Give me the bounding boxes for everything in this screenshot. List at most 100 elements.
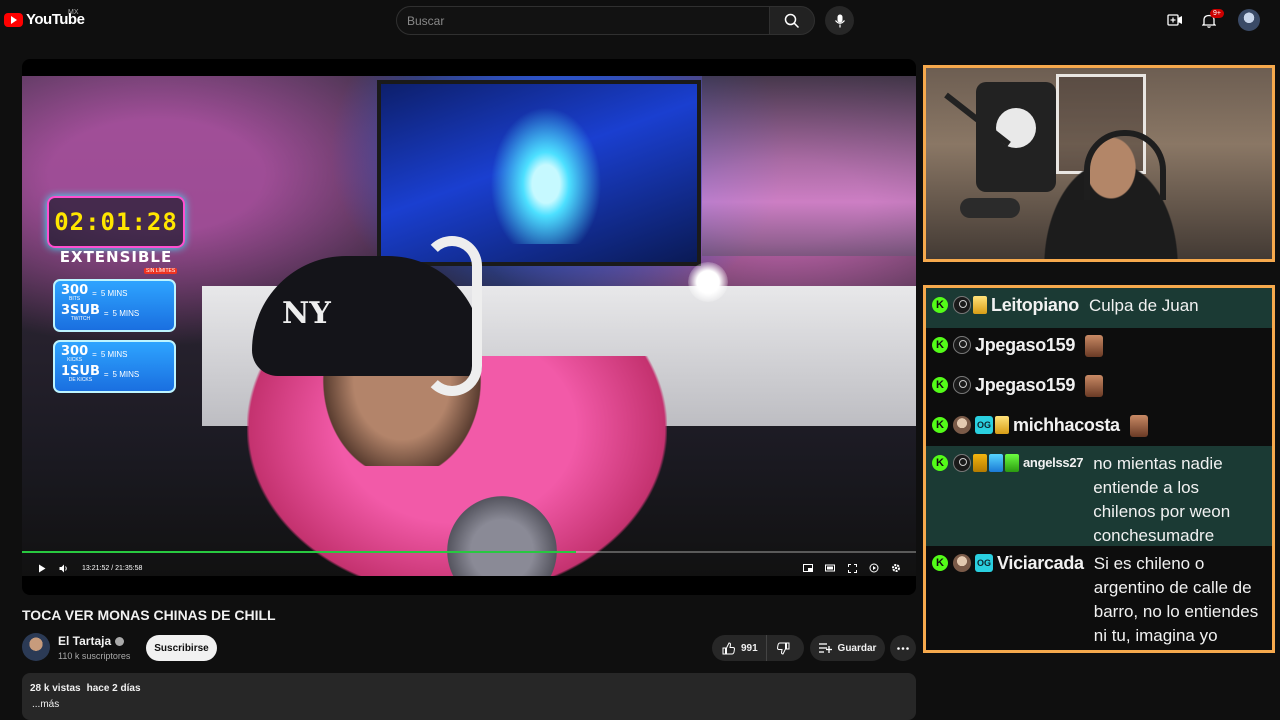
kick-icon: K: [932, 337, 948, 353]
webcam-frame: [923, 65, 1275, 262]
chat-text: Si es chileno o argentino de calle de ba…: [1093, 554, 1259, 645]
user-icon: [953, 296, 971, 314]
chat-message: K angelss27 no mientas nadie entiende a …: [926, 446, 1272, 546]
promo-value: 5 MINS: [100, 289, 128, 298]
progress-bar-fill: [22, 551, 577, 553]
player-controls: 13:21:52 / 21:35:58: [22, 557, 916, 579]
playlist-add-icon: [818, 643, 832, 653]
microphone-icon: [834, 14, 845, 27]
progress-bar[interactable]: [22, 551, 916, 553]
channel-avatar[interactable]: [22, 633, 50, 661]
save-button[interactable]: Guardar: [810, 635, 885, 661]
kick-icon: K: [932, 297, 948, 313]
time-display: 13:21:52 / 21:35:58: [82, 565, 142, 572]
fullscreen-button[interactable]: [846, 562, 858, 574]
og-badge-icon: OG: [975, 416, 993, 434]
scene-shelf: [702, 76, 916, 256]
autoplay-button[interactable]: [868, 562, 880, 574]
promo-unit: BITS: [69, 296, 81, 302]
thumbs-down-icon: [777, 642, 790, 655]
chat-username: Jpegaso159: [975, 375, 1076, 395]
sub-badge-icon: [989, 454, 1003, 472]
play-icon: [39, 564, 46, 572]
kick-icon: K: [932, 417, 948, 433]
theater-mode-button[interactable]: [824, 562, 836, 574]
crown-badge-icon: [973, 454, 987, 472]
chat-text: Culpa de Juan: [1089, 296, 1199, 315]
video-frame[interactable]: NY 02:01:28 EXTENSIBLE SIN LÍMITES 300 BI…: [22, 76, 916, 576]
save-label: Guardar: [837, 642, 877, 654]
chat-message: K OG michhacosta: [926, 408, 1272, 446]
create-video-icon: [1167, 14, 1182, 26]
chat-message: K OG Viciarcada Si es chileno o argentin…: [926, 546, 1272, 650]
notification-count-badge: 9+: [1210, 9, 1224, 18]
like-dislike-group: 991: [712, 635, 804, 661]
cap-logo: NY: [282, 296, 331, 331]
voice-search-button[interactable]: [825, 6, 854, 35]
play-button[interactable]: [36, 562, 48, 574]
thumbs-up-icon: [722, 641, 735, 654]
description-stats: 28 k vistas hace 2 días: [30, 683, 908, 694]
og-badge-icon: OG: [975, 554, 993, 572]
stream-timer: 02:01:28: [47, 196, 185, 248]
promo-value: 5 MINS: [112, 370, 140, 379]
verified-icon: [115, 636, 125, 646]
channel-name[interactable]: El Tartaja: [58, 634, 111, 648]
promo-box-twitch: 300 BITS = 5 MINS 3SUB TWITCH = 5 MINS: [53, 279, 176, 332]
country-code: MX: [68, 9, 79, 16]
gear-icon: [892, 564, 900, 572]
kick-icon: K: [932, 555, 948, 571]
user-avatar: [953, 554, 971, 572]
extensible-label: EXTENSIBLE: [59, 248, 173, 266]
miniplayer-button[interactable]: [802, 562, 814, 574]
scene-tv: [377, 80, 701, 266]
promo-row: 300 BITS = 5 MINS: [61, 283, 128, 302]
top-bar: YouTube MX 9+: [0, 0, 1280, 40]
volume-button[interactable]: [58, 562, 70, 574]
description-more-link[interactable]: ...más: [32, 699, 908, 710]
kick-icon: K: [932, 455, 948, 471]
search-input[interactable]: [397, 7, 769, 34]
like-button[interactable]: 991: [712, 635, 767, 661]
chat-text: no mientas nadie entiende a los chilenos…: [1093, 454, 1231, 545]
chat-username: angelss27: [1023, 455, 1084, 470]
video-player[interactable]: NY 02:01:28 EXTENSIBLE SIN LÍMITES 300 BI…: [22, 59, 916, 595]
emote-icon: [1085, 375, 1104, 397]
current-time: 13:21:52: [82, 564, 110, 572]
channel-name-row: El Tartaja: [58, 634, 125, 648]
more-actions-button[interactable]: [890, 635, 916, 661]
chat-message: K Jpegaso159: [926, 328, 1272, 368]
fullscreen-icon: [847, 563, 857, 573]
promo-unit: KICKS: [67, 357, 83, 363]
upload-date: hace 2 días: [86, 683, 141, 694]
streamer-headphones: [422, 236, 482, 396]
volume-icon: [59, 564, 67, 572]
chat-username: Leitopiano: [991, 295, 1079, 315]
miniplayer-icon: [803, 564, 813, 572]
dislike-button[interactable]: [767, 635, 801, 661]
account-avatar[interactable]: [1238, 9, 1260, 31]
scene-fire: [481, 94, 611, 244]
sub-badge-icon: [973, 296, 987, 314]
promo-unit: DE KICKS: [68, 377, 93, 383]
chat-message: K Leitopiano Culpa de Juan: [926, 288, 1272, 328]
search-button[interactable]: [769, 6, 815, 35]
user-icon: [953, 454, 971, 472]
chat-overlay: K Leitopiano Culpa de Juan K Jpegaso159 …: [923, 285, 1275, 653]
cam-microphone: [960, 198, 1020, 218]
theater-icon: [825, 564, 835, 572]
settings-button[interactable]: [890, 562, 902, 574]
chat-username: michhacosta: [1013, 415, 1120, 435]
kick-icon: K: [932, 377, 948, 393]
user-icon: [953, 376, 971, 394]
promo-unit: TWITCH: [70, 316, 91, 322]
promo-row: 3SUB TWITCH = 5 MINS: [61, 303, 140, 322]
description-box[interactable]: 28 k vistas hace 2 días ...más: [22, 673, 916, 720]
chat-message: K Jpegaso159: [926, 368, 1272, 408]
subscribe-button[interactable]: Suscribirse: [146, 635, 217, 661]
sin-limites-tag: SIN LÍMITES: [144, 268, 178, 274]
chat-username: Jpegaso159: [975, 335, 1076, 355]
like-count: 991: [741, 642, 758, 654]
create-button[interactable]: [1165, 10, 1185, 30]
timer-value: 02:01:28: [54, 208, 178, 236]
